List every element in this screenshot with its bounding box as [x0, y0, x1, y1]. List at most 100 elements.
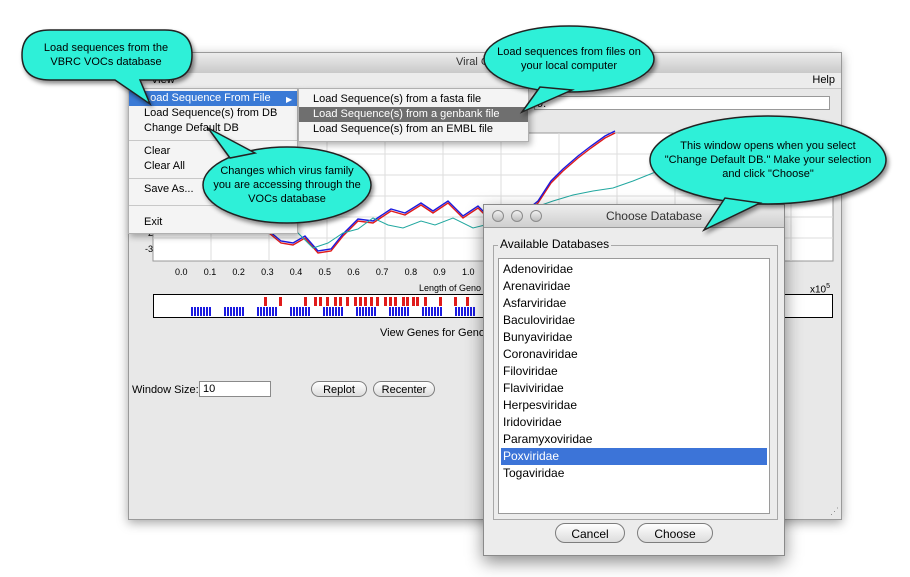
menu-item-load-sequence-from-file[interactable]: Load Sequence From File ▶: [129, 91, 297, 106]
x-tick-label: 0.4: [290, 267, 303, 277]
cancel-button[interactable]: Cancel: [555, 523, 625, 543]
menu-item-load-from-db[interactable]: Load Sequence(s) from DB: [129, 106, 297, 121]
database-item[interactable]: Paramyxoviridae: [501, 431, 767, 448]
database-item[interactable]: Herpesviridae: [501, 397, 767, 414]
database-item[interactable]: Poxviridae: [501, 448, 767, 465]
menu-item-clear[interactable]: Clear: [129, 144, 297, 159]
gene-mark-blue: [392, 307, 394, 316]
gene-mark-blue: [263, 307, 265, 316]
database-item[interactable]: Iridoviridae: [501, 414, 767, 431]
gene-mark-blue: [374, 307, 376, 316]
database-item[interactable]: Asfarviridae: [501, 295, 767, 312]
choose-button[interactable]: Choose: [637, 523, 713, 543]
submenu-item-embl[interactable]: Load Sequence(s) from an EMBL file: [299, 122, 528, 137]
database-list[interactable]: Adenoviridae Arenaviridae Asfarviridae Bacu…: [498, 258, 770, 514]
gene-mark-red: [370, 297, 373, 306]
dialog-titlebar[interactable]: Choose Database: [484, 205, 784, 228]
gene-mark-red: [406, 297, 409, 306]
database-item[interactable]: Adenoviridae: [501, 261, 767, 278]
databases-group-label: Available Databases: [498, 237, 612, 251]
database-item[interactable]: Baculoviridae: [501, 312, 767, 329]
menu-separator: [129, 205, 297, 206]
gene-mark-blue: [371, 307, 373, 316]
gene-mark-blue: [266, 307, 268, 316]
gene-mark-red: [319, 297, 322, 306]
menu-item-change-default-db[interactable]: Change Default DB: [129, 121, 297, 136]
minimize-window-icon[interactable]: [511, 210, 523, 222]
gene-mark-red: [304, 297, 307, 306]
gene-mark-red: [376, 297, 379, 306]
menu-view[interactable]: View: [151, 74, 175, 86]
x-axis-ticks: 0.0 0.1 0.2 0.3 0.4 0.5 0.6 0.7 0.8 0.9 1.0: [175, 267, 475, 277]
x-tick-label: 0.1: [204, 267, 217, 277]
x-tick-label: 0.9: [433, 267, 446, 277]
gene-mark-blue: [431, 307, 433, 316]
gene-mark-red: [424, 297, 427, 306]
gene-mark-red: [384, 297, 387, 306]
submenu-item-genbank[interactable]: Load Sequence(s) from a genbank file: [299, 107, 528, 122]
zoom-window-icon[interactable]: [530, 210, 542, 222]
gene-mark-blue: [191, 307, 193, 316]
gene-mark-blue: [359, 307, 361, 316]
gene-mark-blue: [461, 307, 463, 316]
gene-mark-blue: [398, 307, 400, 316]
gene-track-red-marks: [264, 297, 469, 306]
x-tick-label: 0.7: [376, 267, 389, 277]
x-tick-label: 0.6: [347, 267, 360, 277]
gene-mark-blue: [389, 307, 391, 316]
database-item[interactable]: Flaviviridae: [501, 380, 767, 397]
gene-mark-red: [359, 297, 362, 306]
gene-mark-blue: [467, 307, 469, 316]
exponent-power: 5: [826, 283, 831, 290]
close-window-icon[interactable]: [492, 210, 504, 222]
gene-mark-blue: [299, 307, 301, 316]
gene-mark-blue: [425, 307, 427, 316]
menu-item-exit[interactable]: Exit: [129, 215, 297, 230]
x-tick-label: 1.0: [462, 267, 475, 277]
gene-mark-blue: [203, 307, 205, 316]
gene-mark-blue: [293, 307, 295, 316]
gene-mark-blue: [260, 307, 262, 316]
info-field[interactable]: 9.: [534, 96, 830, 110]
gene-mark-blue: [236, 307, 238, 316]
gene-mark-blue: [323, 307, 325, 316]
database-item[interactable]: Togaviridae: [501, 465, 767, 482]
gene-mark-blue: [338, 307, 340, 316]
menu-help[interactable]: Help: [812, 74, 835, 86]
gene-mark-blue: [290, 307, 292, 316]
menu-item-clear-all[interactable]: Clear All: [129, 159, 297, 174]
gene-mark-blue: [401, 307, 403, 316]
submenu-item-fasta[interactable]: Load Sequence(s) from a fasta file: [299, 92, 528, 107]
gene-mark-red: [389, 297, 392, 306]
gene-mark-blue: [395, 307, 397, 316]
resize-grip-icon[interactable]: ⋰: [830, 506, 839, 517]
menu-separator: [129, 178, 297, 179]
file-menu-dropdown: Load Sequence From File ▶ Load Sequence(…: [128, 88, 298, 234]
recenter-button[interactable]: Recenter: [373, 381, 435, 397]
main-titlebar[interactable]: Viral Graphi: [129, 53, 841, 74]
database-item[interactable]: Coronaviridae: [501, 346, 767, 363]
gene-mark-red: [339, 297, 342, 306]
gene-mark-red: [264, 297, 267, 306]
gene-mark-red: [279, 297, 282, 306]
x-tick-label: 0.2: [232, 267, 245, 277]
menu-item-save-as[interactable]: Save As...: [129, 182, 297, 197]
database-item[interactable]: Arenaviridae: [501, 278, 767, 295]
gene-mark-blue: [365, 307, 367, 316]
replot-button[interactable]: Replot: [311, 381, 367, 397]
gene-mark-blue: [239, 307, 241, 316]
database-item[interactable]: Filoviridae: [501, 363, 767, 380]
gene-mark-blue: [332, 307, 334, 316]
database-item[interactable]: Bunyaviridae: [501, 329, 767, 346]
gene-mark-blue: [464, 307, 466, 316]
gene-mark-red: [402, 297, 405, 306]
submenu-arrow-icon: ▶: [286, 95, 293, 104]
gene-mark-blue: [209, 307, 211, 316]
gene-mark-red: [364, 297, 367, 306]
gene-mark-blue: [341, 307, 343, 316]
gene-mark-blue: [206, 307, 208, 316]
gene-mark-blue: [224, 307, 226, 316]
gene-mark-blue: [257, 307, 259, 316]
dialog-title: Choose Database: [605, 209, 703, 223]
window-size-input[interactable]: 10: [199, 381, 271, 397]
